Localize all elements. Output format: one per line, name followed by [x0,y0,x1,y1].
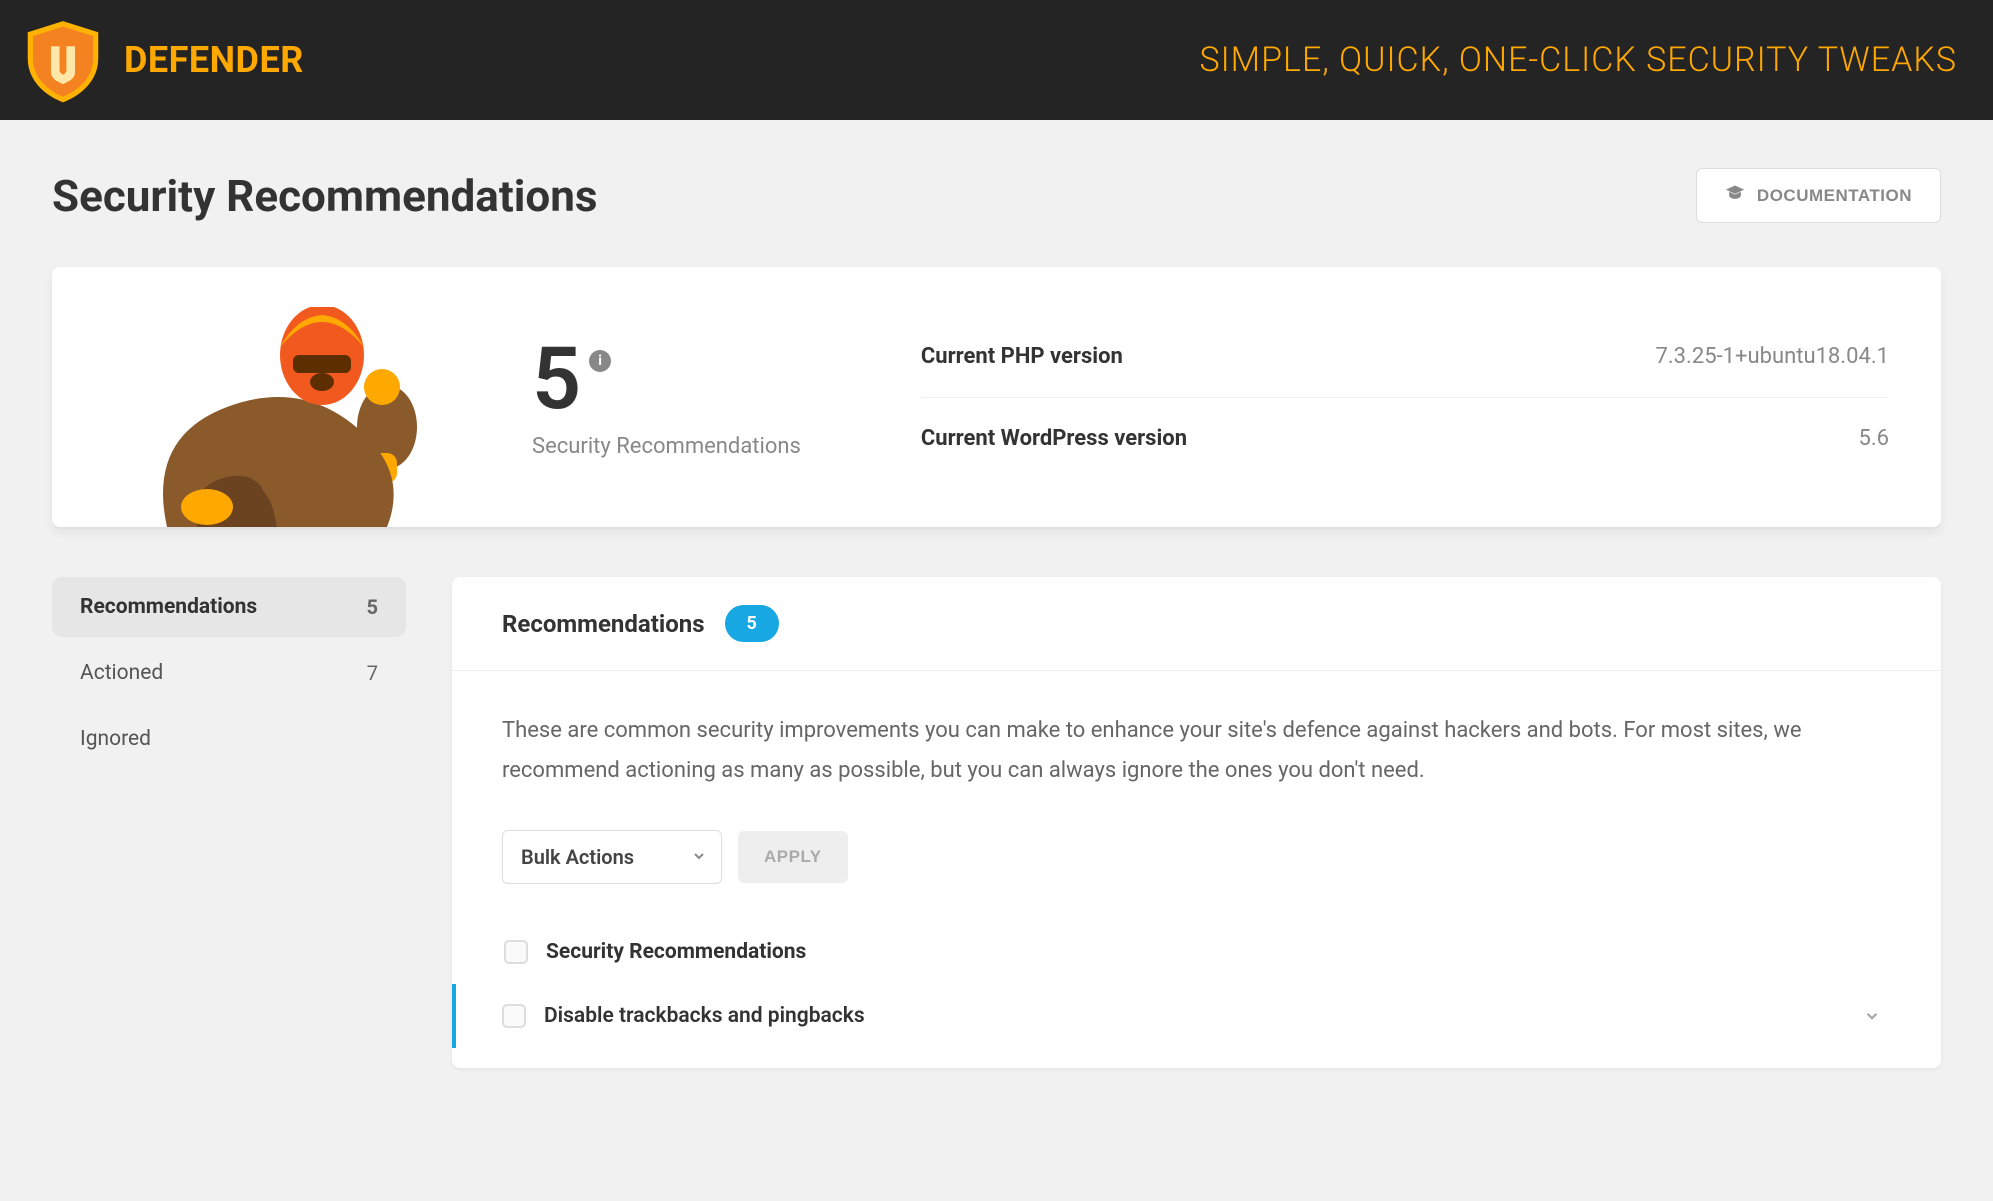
page-title: Security Recommendations [52,170,597,222]
documentation-button[interactable]: DOCUMENTATION [1696,168,1941,223]
page-header: Security Recommendations DOCUMENTATION [52,168,1941,223]
sidebar-item-label: Recommendations [80,595,257,619]
graduation-cap-icon [1725,183,1745,208]
stat-label: Current PHP version [921,344,1123,369]
sidebar-item-count: 5 [367,595,378,619]
summary-count-label: Security Recommendations [532,434,801,459]
hero-illustration [52,267,492,527]
summary-metric: 5 i Security Recommendations [492,267,921,527]
brand-name: DEFENDER [124,39,304,81]
select-all-checkbox[interactable] [504,940,528,964]
stat-value: 7.3.25-1+ubuntu18.04.1 [1656,344,1890,369]
main-panel: Recommendations 5 These are common secur… [452,577,1941,1068]
bulk-actions-label: Bulk Actions [521,845,634,869]
summary-stats: Current PHP version 7.3.25-1+ubuntu18.04… [921,267,1889,527]
info-icon[interactable]: i [589,350,611,372]
sidebar-item-actioned[interactable]: Actioned 7 [52,643,406,703]
sidebar-item-count: 7 [367,661,378,685]
list-item-label: Disable trackbacks and pingbacks [544,1004,865,1028]
summary-count: 5 [532,336,581,422]
documentation-label: DOCUMENTATION [1757,186,1912,206]
chevron-down-icon [691,845,707,869]
summary-card: 5 i Security Recommendations Current PHP… [52,267,1941,527]
sidebar-item-label: Ignored [80,727,151,751]
panel-badge: 5 [725,605,779,642]
tagline: SIMPLE, QUICK, ONE-CLICK SECURITY TWEAKS [1199,40,1957,80]
sidebar-item-label: Actioned [80,661,163,685]
brand: DEFENDER [20,17,304,103]
top-bar: DEFENDER SIMPLE, QUICK, ONE-CLICK SECURI… [0,0,1993,120]
stat-label: Current WordPress version [921,426,1187,451]
bulk-actions-select[interactable]: Bulk Actions [502,830,722,884]
list-item-checkbox[interactable] [502,1004,526,1028]
defender-logo-icon [20,17,106,103]
panel-title: Recommendations [502,610,705,638]
chevron-down-icon[interactable] [1863,1007,1881,1025]
list-item[interactable]: Disable trackbacks and pingbacks [452,984,1891,1048]
apply-button[interactable]: APPLY [738,831,848,883]
list-header: Security Recommendations [502,920,1891,984]
stat-row: Current WordPress version 5.6 [921,398,1889,479]
panel-description: These are common security improvements y… [502,711,1891,790]
stat-row: Current PHP version 7.3.25-1+ubuntu18.04… [921,316,1889,398]
list-header-label: Security Recommendations [546,940,806,964]
stat-value: 5.6 [1858,426,1889,451]
panel-header: Recommendations 5 [452,577,1941,671]
bulk-actions-bar: Bulk Actions APPLY [502,830,1891,884]
sidebar-item-ignored[interactable]: Ignored [52,709,406,769]
sidebar: Recommendations 5 Actioned 7 Ignored [52,577,406,775]
sidebar-item-recommendations[interactable]: Recommendations 5 [52,577,406,637]
